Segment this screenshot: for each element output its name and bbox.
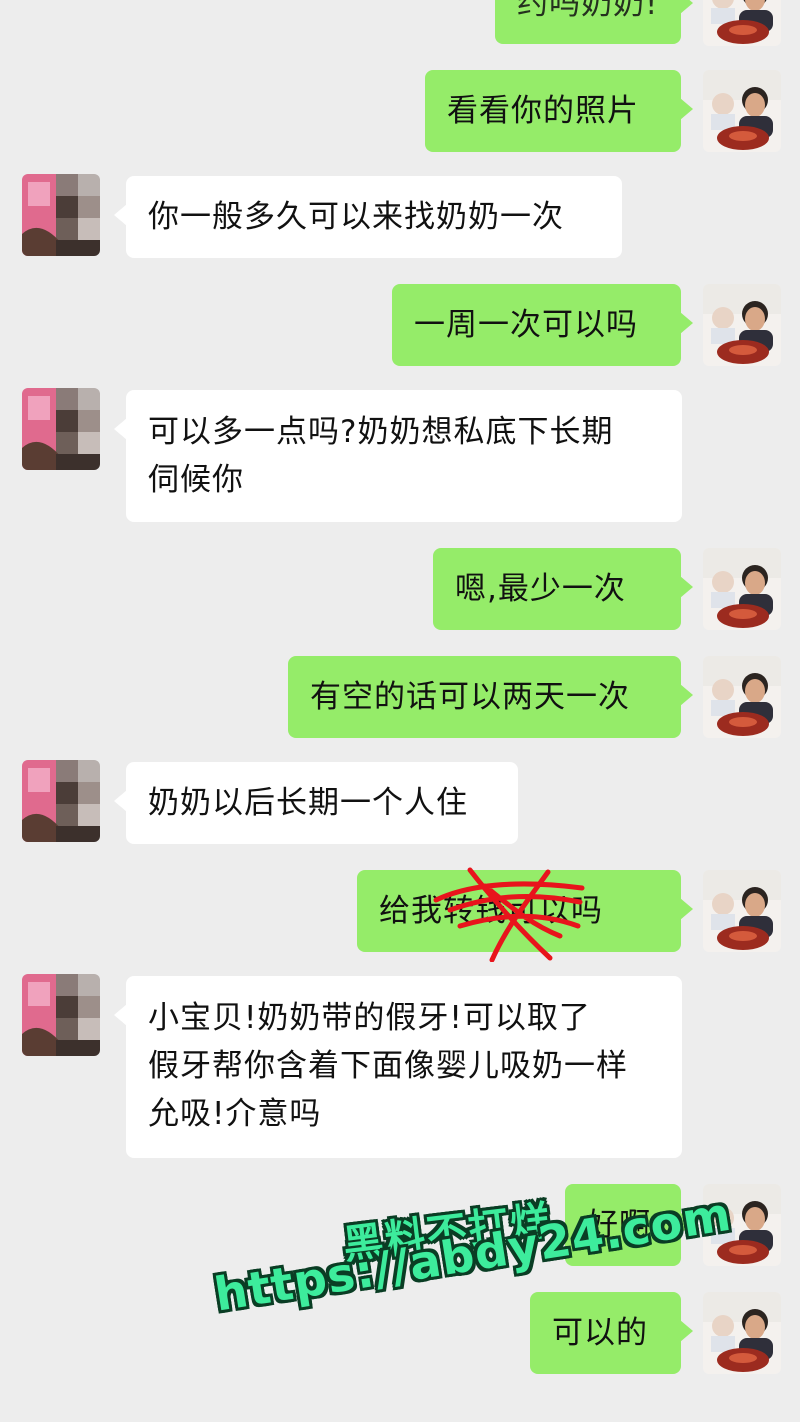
message-bubble-self[interactable]: 给我转钱可以吗 [357, 870, 693, 952]
avatar-image [703, 1292, 781, 1374]
message-text-line: 伺候你 [148, 462, 244, 498]
self-avatar[interactable] [703, 870, 781, 952]
message-text-line: 小宝贝!奶奶带的假牙!可以取了 [148, 1000, 591, 1036]
contact-avatar[interactable] [22, 760, 100, 842]
message-bubble-other[interactable]: 你一般多久可以来找奶奶一次 [114, 176, 622, 258]
message-text: 约吗奶奶! [517, 0, 659, 22]
message-text: 可以的 [552, 1315, 648, 1351]
self-avatar[interactable] [703, 548, 781, 630]
avatar-image [703, 548, 781, 630]
message-bubble-other[interactable]: 奶奶以后长期一个人住 [114, 762, 518, 844]
message-text: 你一般多久可以来找奶奶一次 [148, 199, 564, 235]
message-bubble-self[interactable]: 可以的 [530, 1292, 693, 1374]
avatar-image [703, 656, 781, 738]
chat-window: 约吗奶奶! 看看你的照片 你一般多久可以来找奶奶一次 一周一次可以吗 可以多一点… [0, 0, 800, 1422]
message-text: 奶奶以后长期一个人住 [148, 785, 468, 821]
message-bubble-other[interactable]: 可以多一点吗?奶奶想私底下长期 伺候你 [114, 390, 682, 522]
self-avatar[interactable] [703, 656, 781, 738]
avatar-image [22, 388, 100, 470]
message-bubble-self[interactable]: 有空的话可以两天一次 [288, 656, 693, 738]
contact-avatar[interactable] [22, 388, 100, 470]
message-text: 给我转钱可以吗 [379, 893, 603, 929]
avatar-image [22, 974, 100, 1056]
message-text: 一周一次可以吗 [414, 307, 638, 343]
avatar-image [703, 0, 781, 46]
avatar-image [22, 760, 100, 842]
self-avatar[interactable] [703, 1292, 781, 1374]
self-avatar[interactable] [703, 0, 781, 46]
message-text: 嗯,最少一次 [455, 571, 626, 607]
message-bubble-self[interactable]: 嗯,最少一次 [433, 548, 693, 630]
contact-avatar[interactable] [22, 174, 100, 256]
message-bubble-other[interactable]: 小宝贝!奶奶带的假牙!可以取了 假牙帮你含着下面像婴儿吸奶一样 允吸!介意吗 [114, 976, 682, 1158]
avatar-image [703, 870, 781, 952]
avatar-image [22, 174, 100, 256]
avatar-image [703, 284, 781, 366]
message-text-line: 可以多一点吗?奶奶想私底下长期 [148, 414, 614, 450]
message-text: 有空的话可以两天一次 [310, 679, 630, 715]
message-bubble-self[interactable]: 约吗奶奶! [495, 0, 693, 44]
message-bubble-self[interactable]: 一周一次可以吗 [392, 284, 693, 366]
message-bubble-self[interactable]: 看看你的照片 [425, 70, 693, 152]
message-text-line: 允吸!介意吗 [148, 1096, 322, 1132]
contact-avatar[interactable] [22, 974, 100, 1056]
message-text: 看看你的照片 [447, 93, 639, 129]
self-avatar[interactable] [703, 70, 781, 152]
message-text-line: 假牙帮你含着下面像婴儿吸奶一样 [148, 1048, 628, 1084]
avatar-image [703, 70, 781, 152]
self-avatar[interactable] [703, 284, 781, 366]
